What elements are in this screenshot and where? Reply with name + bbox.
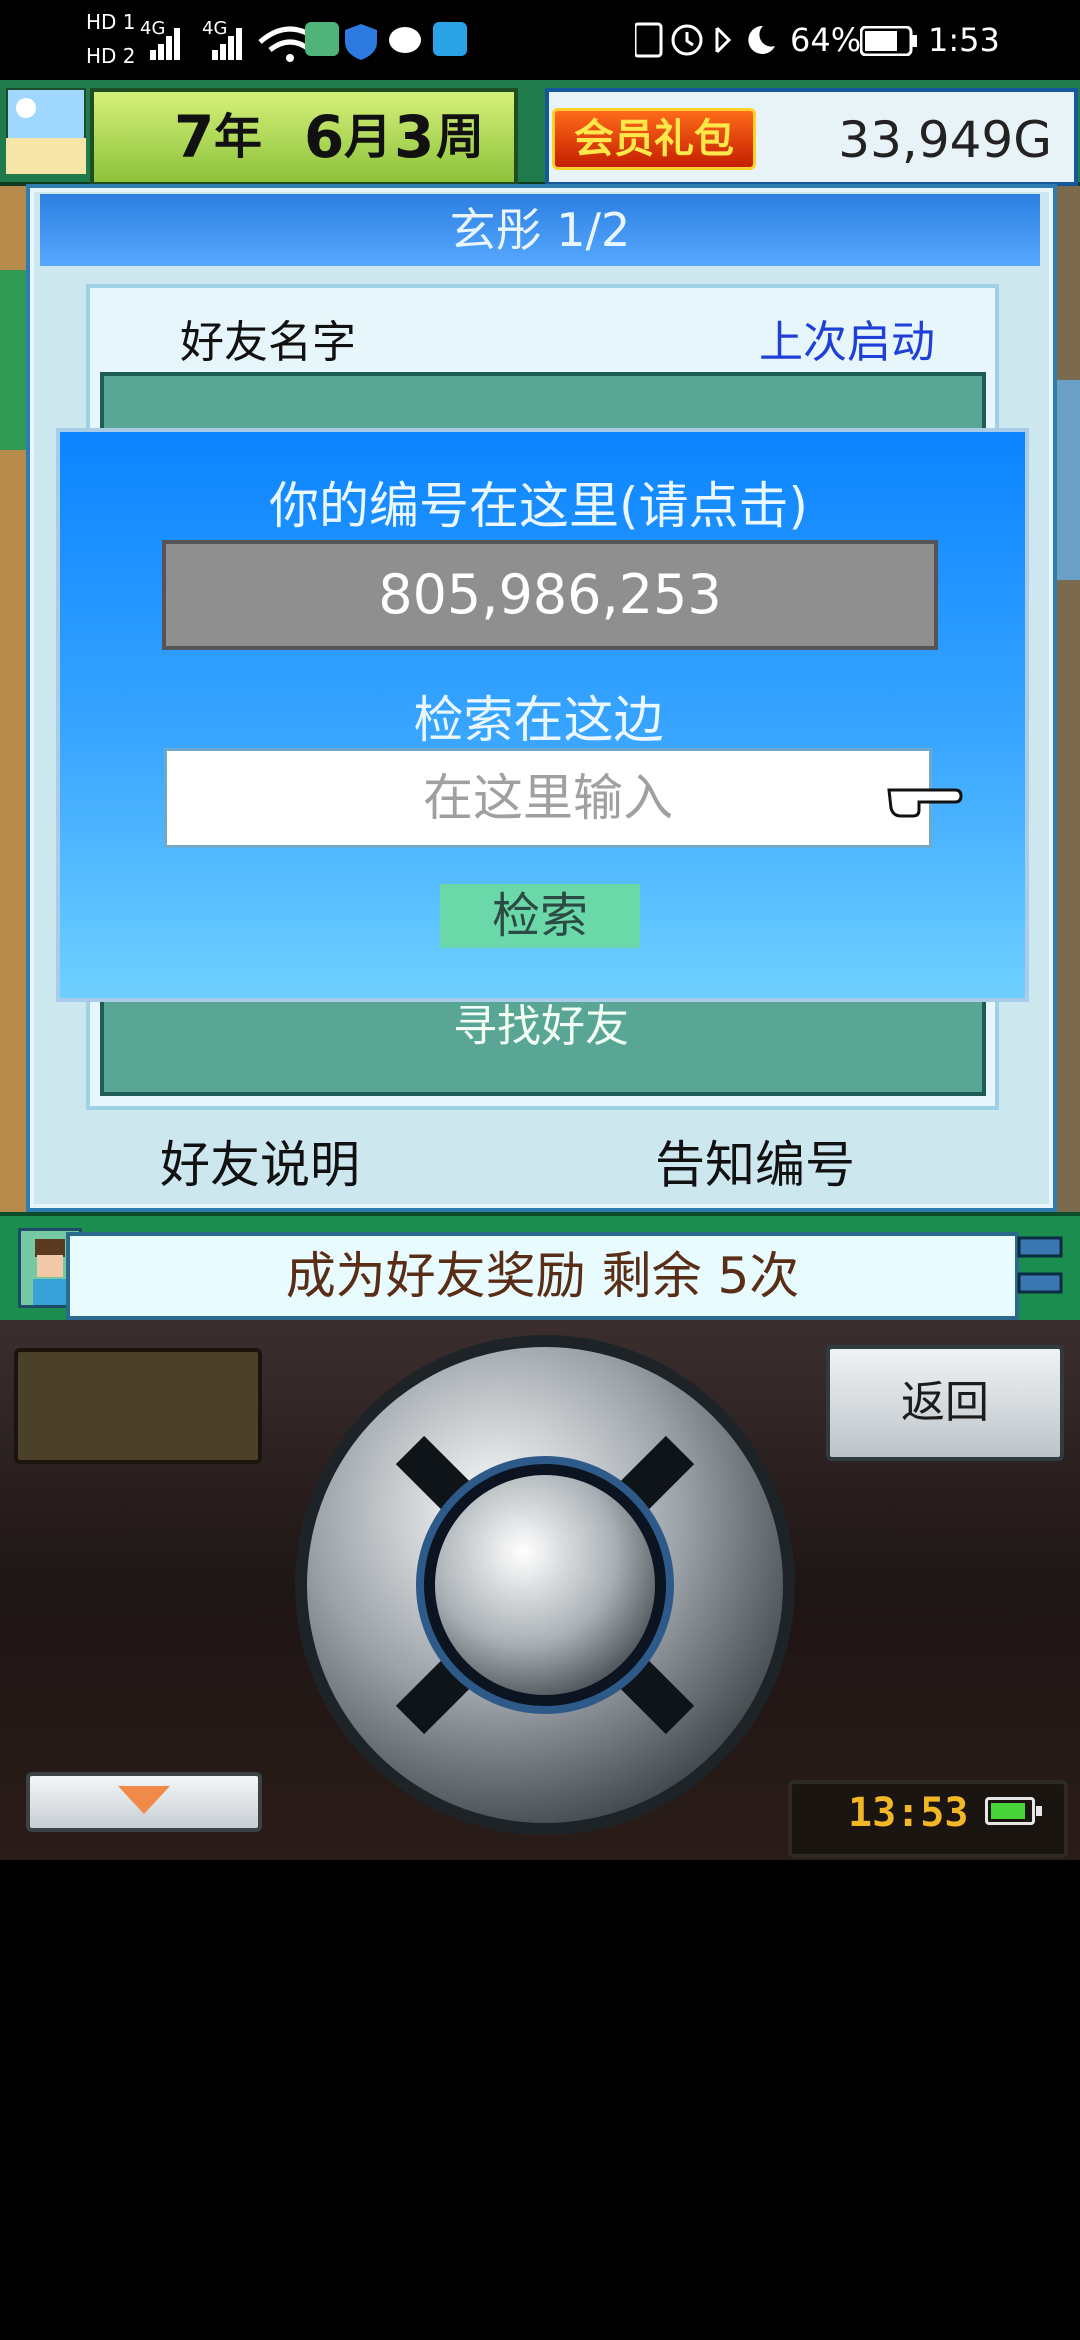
hd1-label: HD 1	[86, 10, 136, 34]
last-launch-header[interactable]: 上次启动	[759, 306, 935, 370]
your-id-box[interactable]: 805,986,253	[162, 540, 938, 650]
share-id-button[interactable]: 告知编号	[655, 1125, 855, 1197]
year-unit: 年	[214, 109, 263, 165]
battery-icon	[860, 26, 917, 56]
search-label: 检索在这边	[413, 691, 664, 749]
back-button[interactable]: 返回	[826, 1345, 1064, 1461]
menu-icon[interactable]	[1015, 1228, 1065, 1308]
search-button[interactable]: 检索	[440, 884, 640, 948]
dpad-right-button[interactable]	[675, 1440, 795, 1740]
dpad-up-button[interactable]	[395, 1335, 695, 1455]
status-bar: HD 1 HD 2 4G 4G 64% 1:53	[0, 0, 1080, 80]
vip-package-button[interactable]: 会员礼包	[552, 108, 756, 170]
calendar-thumbnail-icon[interactable]	[6, 88, 86, 174]
chevron-down-icon	[118, 1786, 170, 1814]
money-amount: 33,949G	[838, 111, 1052, 169]
week-unit: 周	[436, 109, 485, 165]
friend-help-button[interactable]: 好友说明	[160, 1125, 360, 1197]
year-number: 7	[174, 103, 215, 171]
your-id-value: 805,986,253	[378, 563, 722, 626]
friend-name-header: 好友名字	[180, 317, 356, 368]
week-number: 3	[394, 103, 435, 171]
month-number: 6	[304, 103, 345, 171]
device-battery-icon	[985, 1797, 1042, 1825]
friend-reward-bar: 成为好友奖励 剩余 5次	[66, 1232, 1019, 1320]
dialog-title: 玄彤 1/2	[449, 203, 631, 257]
friend-reward-text: 成为好友奖励 剩余 5次	[285, 1247, 800, 1305]
collapse-button[interactable]	[26, 1772, 262, 1832]
month-unit: 月	[344, 109, 393, 165]
dpad-left-button[interactable]	[295, 1440, 415, 1740]
dialog-title-bar: 玄彤 1/2	[40, 194, 1040, 266]
system-icons	[635, 22, 775, 58]
pointing-hand-icon	[887, 788, 963, 818]
dpad-down-button[interactable]	[395, 1710, 695, 1830]
dpad-center-button[interactable]	[445, 1475, 665, 1695]
game-clock: 13:53	[848, 1790, 969, 1836]
status-time: 1:53	[928, 21, 1000, 59]
your-id-prompt: 你的编号在这里(请点击)	[268, 477, 808, 535]
search-input[interactable]	[164, 748, 932, 848]
hd2-label: HD 2	[86, 44, 136, 68]
date-panel: 7 年 6 月 3 周	[90, 88, 518, 186]
battery-percent: 64%	[790, 21, 862, 59]
app-notification-icons	[305, 22, 467, 60]
mini-screen	[14, 1348, 262, 1464]
